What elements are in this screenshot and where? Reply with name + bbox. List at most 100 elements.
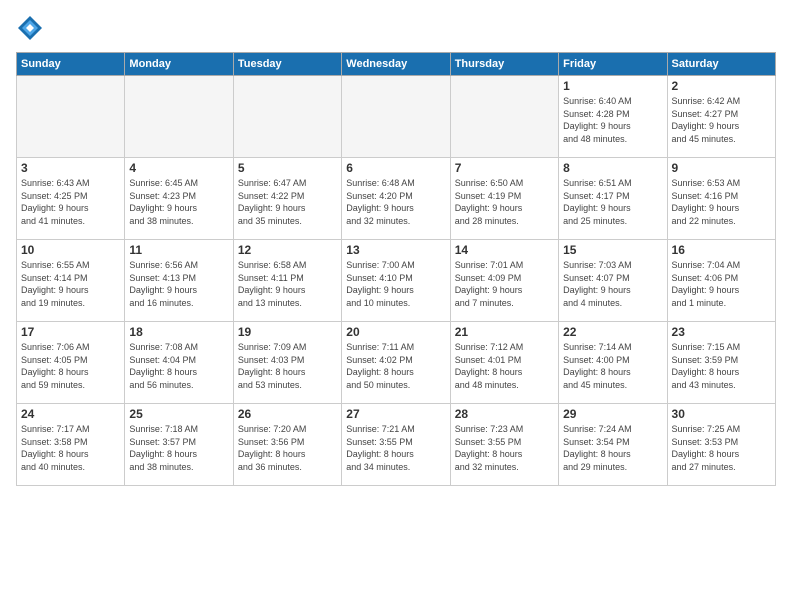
calendar-header: SundayMondayTuesdayWednesdayThursdayFrid… <box>17 53 776 76</box>
day-info: Sunrise: 7:20 AM Sunset: 3:56 PM Dayligh… <box>238 423 337 473</box>
calendar-cell: 28 Sunrise: 7:23 AM Sunset: 3:55 PM Dayli… <box>450 404 558 486</box>
calendar-cell: 20Sunrise: 7:11 AM Sunset: 4:02 PM Dayli… <box>342 322 450 404</box>
weekday-header-wednesday: Wednesday <box>342 53 450 76</box>
calendar-cell: 5Sunrise: 6:47 AM Sunset: 4:22 PM Daylig… <box>233 158 341 240</box>
week-row-2: 3Sunrise: 6:43 AM Sunset: 4:25 PM Daylig… <box>17 158 776 240</box>
day-info: Sunrise: 6:51 AM Sunset: 4:17 PM Dayligh… <box>563 177 662 227</box>
calendar-cell: 25 Sunrise: 7:18 AM Sunset: 3:57 PM Dayli… <box>125 404 233 486</box>
calendar-cell: 2Sunrise: 6:42 AM Sunset: 4:27 PM Daylig… <box>667 76 775 158</box>
day-info: Sunrise: 7:14 AM Sunset: 4:00 PM Dayligh… <box>563 341 662 391</box>
day-number: 4 <box>129 161 228 175</box>
page: SundayMondayTuesdayWednesdayThursdayFrid… <box>0 0 792 612</box>
weekday-row: SundayMondayTuesdayWednesdayThursdayFrid… <box>17 53 776 76</box>
day-info: Sunrise: 7:23 AM Sunset: 3:55 PM Dayligh… <box>455 423 554 473</box>
calendar-cell: 17 Sunrise: 7:06 AM Sunset: 4:05 PM Dayli… <box>17 322 125 404</box>
day-info: Sunrise: 7:08 AM Sunset: 4:04 PM Dayligh… <box>129 341 228 391</box>
day-number: 30 <box>672 407 771 421</box>
calendar-cell: 9 Sunrise: 6:53 AM Sunset: 4:16 PM Daylig… <box>667 158 775 240</box>
day-info: Sunrise: 6:45 AM Sunset: 4:23 PM Dayligh… <box>129 177 228 227</box>
calendar-cell: 27 Sunrise: 7:21 AM Sunset: 3:55 PM Dayli… <box>342 404 450 486</box>
day-number: 23 <box>672 325 771 339</box>
day-number: 5 <box>238 161 337 175</box>
day-info: Sunrise: 7:15 AM Sunset: 3:59 PM Dayligh… <box>672 341 771 391</box>
day-info: Sunrise: 7:25 AM Sunset: 3:53 PM Dayligh… <box>672 423 771 473</box>
day-info: Sunrise: 7:09 AM Sunset: 4:03 PM Dayligh… <box>238 341 337 391</box>
calendar-cell: 21 Sunrise: 7:12 AM Sunset: 4:01 PM Dayli… <box>450 322 558 404</box>
day-info: Sunrise: 7:03 AM Sunset: 4:07 PM Dayligh… <box>563 259 662 309</box>
calendar-cell: 23 Sunrise: 7:15 AM Sunset: 3:59 PM Dayli… <box>667 322 775 404</box>
calendar-cell: 13 Sunrise: 7:00 AM Sunset: 4:10 PM Dayli… <box>342 240 450 322</box>
day-info: Sunrise: 6:40 AM Sunset: 4:28 PM Dayligh… <box>563 95 662 145</box>
day-number: 1 <box>563 79 662 93</box>
header <box>16 16 776 44</box>
calendar-cell: 11 Sunrise: 6:56 AM Sunset: 4:13 PM Dayli… <box>125 240 233 322</box>
calendar-cell <box>233 76 341 158</box>
day-info: Sunrise: 7:01 AM Sunset: 4:09 PM Dayligh… <box>455 259 554 309</box>
weekday-header-tuesday: Tuesday <box>233 53 341 76</box>
day-number: 25 <box>129 407 228 421</box>
day-number: 22 <box>563 325 662 339</box>
logo <box>16 16 48 44</box>
day-number: 21 <box>455 325 554 339</box>
day-info: Sunrise: 6:53 AM Sunset: 4:16 PM Dayligh… <box>672 177 771 227</box>
calendar-cell: 16 Sunrise: 7:04 AM Sunset: 4:06 PM Dayli… <box>667 240 775 322</box>
day-number: 11 <box>129 243 228 257</box>
calendar-cell: 24Sunrise: 7:17 AM Sunset: 3:58 PM Dayli… <box>17 404 125 486</box>
calendar-cell <box>17 76 125 158</box>
calendar-cell: 22 Sunrise: 7:14 AM Sunset: 4:00 PM Dayli… <box>559 322 667 404</box>
day-info: Sunrise: 7:12 AM Sunset: 4:01 PM Dayligh… <box>455 341 554 391</box>
calendar-cell <box>125 76 233 158</box>
day-info: Sunrise: 7:18 AM Sunset: 3:57 PM Dayligh… <box>129 423 228 473</box>
weekday-header-friday: Friday <box>559 53 667 76</box>
calendar-cell: 10 Sunrise: 6:55 AM Sunset: 4:14 PM Dayli… <box>17 240 125 322</box>
day-info: Sunrise: 6:55 AM Sunset: 4:14 PM Dayligh… <box>21 259 120 309</box>
day-number: 8 <box>563 161 662 175</box>
calendar-cell: 14 Sunrise: 7:01 AM Sunset: 4:09 PM Dayli… <box>450 240 558 322</box>
day-info: Sunrise: 6:50 AM Sunset: 4:19 PM Dayligh… <box>455 177 554 227</box>
calendar-cell: 6 Sunrise: 6:48 AM Sunset: 4:20 PM Daylig… <box>342 158 450 240</box>
day-number: 27 <box>346 407 445 421</box>
calendar-body: 1 Sunrise: 6:40 AM Sunset: 4:28 PM Daylig… <box>17 76 776 486</box>
day-number: 29 <box>563 407 662 421</box>
day-number: 18 <box>129 325 228 339</box>
weekday-header-thursday: Thursday <box>450 53 558 76</box>
day-number: 16 <box>672 243 771 257</box>
day-number: 19 <box>238 325 337 339</box>
logo-icon <box>16 14 44 42</box>
day-info: Sunrise: 6:48 AM Sunset: 4:20 PM Dayligh… <box>346 177 445 227</box>
calendar-cell: 8 Sunrise: 6:51 AM Sunset: 4:17 PM Daylig… <box>559 158 667 240</box>
weekday-header-monday: Monday <box>125 53 233 76</box>
day-info: Sunrise: 6:56 AM Sunset: 4:13 PM Dayligh… <box>129 259 228 309</box>
day-info: Sunrise: 6:42 AM Sunset: 4:27 PM Dayligh… <box>672 95 771 145</box>
day-number: 14 <box>455 243 554 257</box>
calendar-cell: 3Sunrise: 6:43 AM Sunset: 4:25 PM Daylig… <box>17 158 125 240</box>
calendar-cell: 1 Sunrise: 6:40 AM Sunset: 4:28 PM Daylig… <box>559 76 667 158</box>
day-number: 28 <box>455 407 554 421</box>
calendar-cell: 26Sunrise: 7:20 AM Sunset: 3:56 PM Dayli… <box>233 404 341 486</box>
day-number: 7 <box>455 161 554 175</box>
calendar-cell <box>342 76 450 158</box>
day-number: 10 <box>21 243 120 257</box>
day-info: Sunrise: 7:17 AM Sunset: 3:58 PM Dayligh… <box>21 423 120 473</box>
weekday-header-saturday: Saturday <box>667 53 775 76</box>
day-info: Sunrise: 7:00 AM Sunset: 4:10 PM Dayligh… <box>346 259 445 309</box>
day-number: 15 <box>563 243 662 257</box>
day-number: 13 <box>346 243 445 257</box>
day-info: Sunrise: 7:04 AM Sunset: 4:06 PM Dayligh… <box>672 259 771 309</box>
day-number: 9 <box>672 161 771 175</box>
day-number: 6 <box>346 161 445 175</box>
day-number: 20 <box>346 325 445 339</box>
day-number: 12 <box>238 243 337 257</box>
day-info: Sunrise: 7:21 AM Sunset: 3:55 PM Dayligh… <box>346 423 445 473</box>
day-info: Sunrise: 7:06 AM Sunset: 4:05 PM Dayligh… <box>21 341 120 391</box>
calendar-cell: 15 Sunrise: 7:03 AM Sunset: 4:07 PM Dayli… <box>559 240 667 322</box>
calendar-cell <box>450 76 558 158</box>
week-row-5: 24Sunrise: 7:17 AM Sunset: 3:58 PM Dayli… <box>17 404 776 486</box>
day-info: Sunrise: 7:24 AM Sunset: 3:54 PM Dayligh… <box>563 423 662 473</box>
calendar-cell: 18 Sunrise: 7:08 AM Sunset: 4:04 PM Dayli… <box>125 322 233 404</box>
day-number: 17 <box>21 325 120 339</box>
calendar-cell: 7 Sunrise: 6:50 AM Sunset: 4:19 PM Daylig… <box>450 158 558 240</box>
calendar-cell: 12Sunrise: 6:58 AM Sunset: 4:11 PM Dayli… <box>233 240 341 322</box>
calendar-cell: 30 Sunrise: 7:25 AM Sunset: 3:53 PM Dayli… <box>667 404 775 486</box>
calendar-table: SundayMondayTuesdayWednesdayThursdayFrid… <box>16 52 776 486</box>
